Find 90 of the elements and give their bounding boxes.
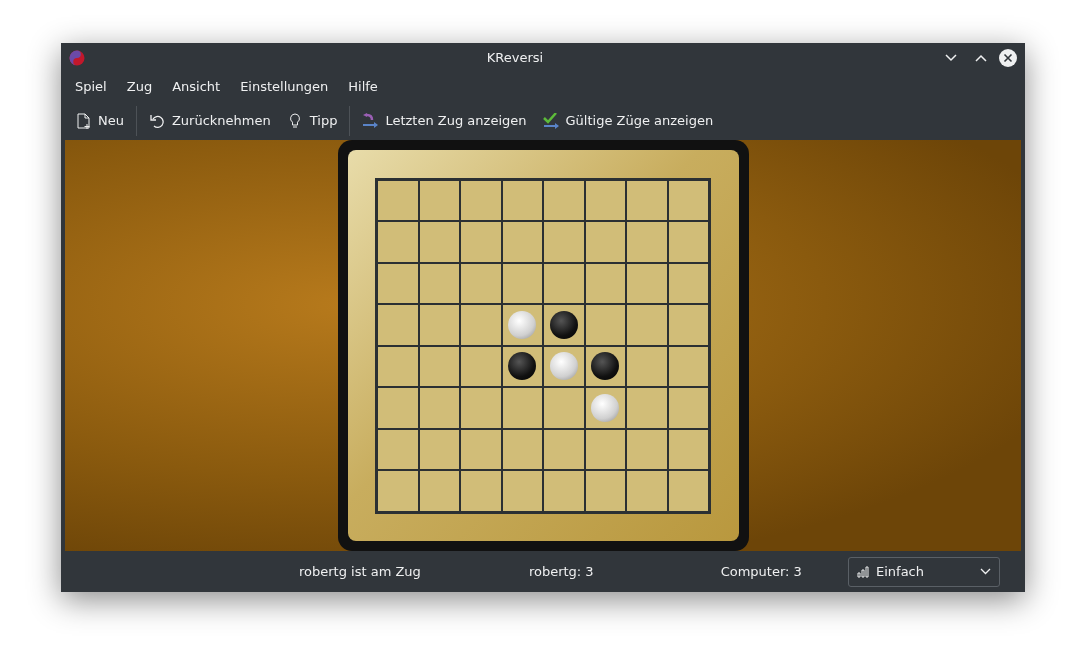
checkmark-arrow-icon xyxy=(542,112,560,130)
board-square[interactable] xyxy=(626,262,668,304)
board-square[interactable] xyxy=(667,179,709,221)
menu-item[interactable]: Hilfe xyxy=(338,77,388,97)
maximize-icon[interactable] xyxy=(975,53,987,62)
board-square[interactable] xyxy=(584,262,626,304)
board-square[interactable] xyxy=(626,179,668,221)
board-square[interactable] xyxy=(626,345,668,387)
board-square[interactable] xyxy=(501,470,543,512)
board-square[interactable] xyxy=(418,179,460,221)
board-square[interactable] xyxy=(667,304,709,346)
board-square[interactable] xyxy=(377,428,419,470)
board-square[interactable] xyxy=(418,387,460,429)
difficulty-dropdown[interactable]: Einfach xyxy=(848,556,1000,587)
board-square[interactable] xyxy=(667,470,709,512)
turn-status: robertg ist am Zug xyxy=(299,562,421,581)
minimize-icon[interactable] xyxy=(945,53,957,62)
toolbar-button[interactable]: Gültige Züge anzeigen xyxy=(534,107,722,135)
board-square[interactable] xyxy=(377,387,419,429)
board-square[interactable] xyxy=(543,345,585,387)
board-square[interactable] xyxy=(460,304,502,346)
board-square[interactable] xyxy=(377,262,419,304)
window-title: KReversi xyxy=(485,48,545,67)
board-square[interactable] xyxy=(377,179,419,221)
board-square[interactable] xyxy=(626,470,668,512)
toolbar-button[interactable]: Letzten Zug anzeigen xyxy=(354,107,535,135)
board-square[interactable] xyxy=(460,428,502,470)
board-square[interactable] xyxy=(584,345,626,387)
board-square[interactable] xyxy=(501,345,543,387)
board-square[interactable] xyxy=(501,304,543,346)
board-square[interactable] xyxy=(626,387,668,429)
board-square[interactable] xyxy=(501,179,543,221)
player-score: robertg: 3 xyxy=(528,562,594,581)
board-square[interactable] xyxy=(460,470,502,512)
board-square[interactable] xyxy=(377,345,419,387)
close-icon[interactable] xyxy=(999,48,1017,67)
board-square[interactable] xyxy=(460,387,502,429)
board-square[interactable] xyxy=(543,179,585,221)
board-square[interactable] xyxy=(667,387,709,429)
board-square[interactable] xyxy=(501,387,543,429)
undo-icon xyxy=(148,112,166,130)
board-square[interactable] xyxy=(626,428,668,470)
toolbar-button[interactable]: Neu xyxy=(67,107,132,135)
board-square[interactable] xyxy=(667,428,709,470)
board-square[interactable] xyxy=(460,179,502,221)
board-square[interactable] xyxy=(543,221,585,263)
board-square[interactable] xyxy=(584,179,626,221)
board-square[interactable] xyxy=(501,221,543,263)
board-square[interactable] xyxy=(460,221,502,263)
document-add-icon xyxy=(75,112,92,130)
board-square[interactable] xyxy=(418,304,460,346)
board-square[interactable] xyxy=(377,221,419,263)
board-square[interactable] xyxy=(667,345,709,387)
board-square[interactable] xyxy=(377,470,419,512)
board-square[interactable] xyxy=(584,221,626,263)
board-square[interactable] xyxy=(543,304,585,346)
toolbar-button[interactable]: Tipp xyxy=(278,107,346,135)
board-square[interactable] xyxy=(418,428,460,470)
toolbar-button[interactable]: Zurücknehmen xyxy=(140,107,279,135)
board-square[interactable] xyxy=(418,470,460,512)
board-square[interactable] xyxy=(418,221,460,263)
board-square[interactable] xyxy=(667,262,709,304)
board-square[interactable] xyxy=(584,470,626,512)
board-square[interactable] xyxy=(584,428,626,470)
board-square[interactable] xyxy=(543,387,585,429)
game-board[interactable] xyxy=(375,177,711,514)
bars-icon xyxy=(857,565,870,578)
board-square[interactable] xyxy=(667,221,709,263)
board-square[interactable] xyxy=(501,262,543,304)
board-square[interactable] xyxy=(626,304,668,346)
board-square[interactable] xyxy=(501,428,543,470)
menu-item[interactable]: Zug xyxy=(116,77,163,97)
menu-item[interactable]: Ansicht xyxy=(162,77,231,97)
board-square[interactable] xyxy=(626,221,668,263)
board-square[interactable] xyxy=(460,262,502,304)
board-square[interactable] xyxy=(584,387,626,429)
board-square[interactable] xyxy=(543,262,585,304)
board-square[interactable] xyxy=(418,345,460,387)
menu-item[interactable]: Spiel xyxy=(65,77,117,97)
board-square[interactable] xyxy=(418,262,460,304)
board-square[interactable] xyxy=(543,470,585,512)
chevron-down-icon xyxy=(980,568,991,575)
app-logo-icon xyxy=(69,49,85,66)
board-square[interactable] xyxy=(377,304,419,346)
undo-arrow-icon xyxy=(362,112,380,130)
menu-item[interactable]: Einstellungen xyxy=(230,77,339,97)
board-square[interactable] xyxy=(543,428,585,470)
computer-score: Computer: 3 xyxy=(720,562,802,581)
board-square[interactable] xyxy=(460,345,502,387)
board-square[interactable] xyxy=(584,304,626,346)
